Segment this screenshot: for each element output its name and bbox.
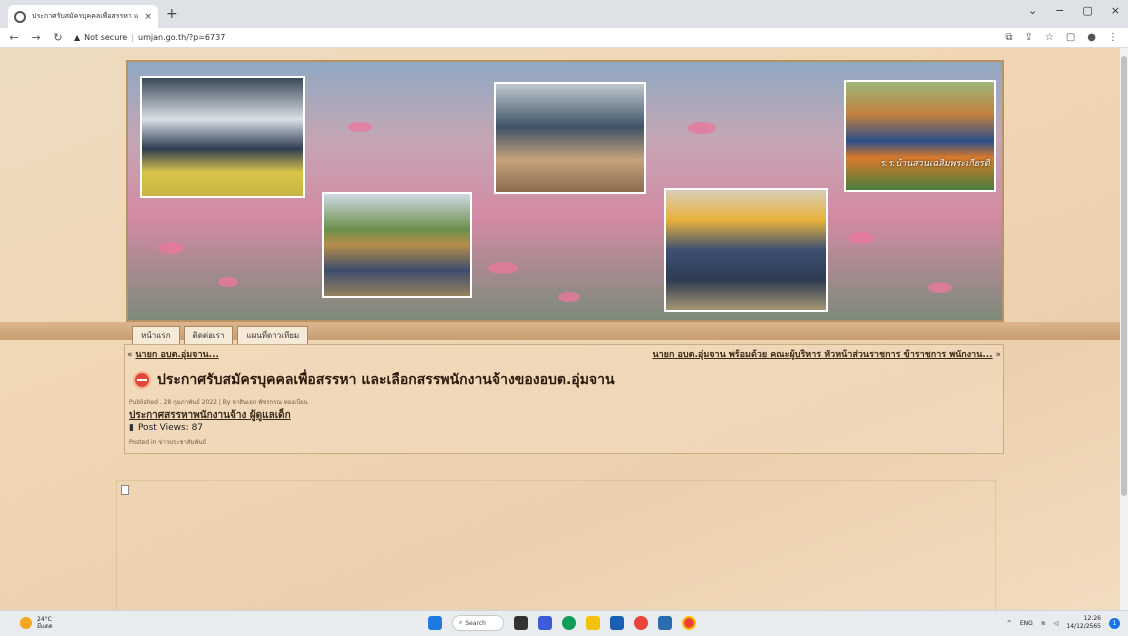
- next-post-nav: นายก อบต.อุ่มจาน พร้อมด้วย คณะผู้บริหาร …: [652, 347, 1001, 361]
- banner-photo-pagoda-group: [322, 192, 472, 298]
- bookmark-star-icon[interactable]: ☆: [1045, 32, 1054, 43]
- scrollbar-thumb[interactable]: [1121, 56, 1127, 496]
- weather-desc: มีแดด: [37, 623, 53, 630]
- system-tray: ^ ENG ≋ ◁ 12:26 14/12/2565 1: [1007, 615, 1120, 631]
- lotus-decoration: [688, 122, 716, 134]
- page-scrollbar[interactable]: [1120, 48, 1128, 610]
- translate-icon[interactable]: ⧉: [1005, 32, 1012, 43]
- lotus-decoration: [928, 282, 952, 293]
- post-title: ประกาศรับสมัครบุคคลเพื่อสรรหา และเลือกสร…: [133, 369, 615, 391]
- browser-toolbar: ← → ↻ ▲ Not secure | umjan.go.th/?p=6737…: [0, 28, 1128, 48]
- post-body-link-wrap: ประกาศสรรหาพนักงานจ้าง ผู้ดูแลเด็ก: [129, 408, 291, 423]
- search-label: Search: [465, 619, 486, 627]
- forward-arrow-icon[interactable]: →: [30, 31, 42, 44]
- banner-photo-meeting: [140, 76, 305, 198]
- url-text: umjan.go.th/?p=6737: [138, 33, 226, 42]
- file-explorer-icon[interactable]: [586, 616, 600, 630]
- main-nav: หน้าแรก ติดต่อเรา แผนที่ดาวเทียม: [132, 326, 309, 345]
- wifi-icon[interactable]: ≋: [1041, 620, 1046, 627]
- word-icon[interactable]: [658, 616, 672, 630]
- nav-item-home[interactable]: หน้าแรก: [132, 326, 180, 345]
- side-panel-icon[interactable]: ▢: [1066, 32, 1075, 43]
- new-tab-button[interactable]: +: [166, 6, 178, 22]
- task-view-icon[interactable]: [514, 616, 528, 630]
- tab-search-icon[interactable]: ⌄: [1028, 4, 1037, 17]
- lotus-decoration: [218, 277, 238, 287]
- address-bar[interactable]: ▲ Not secure | umjan.go.th/?p=6737: [74, 33, 225, 42]
- embed-panel: [116, 480, 996, 610]
- windows-taskbar: 24°C มีแดด ⌕ Search ^ ENG ≋ ◁ 12:26 14/1…: [0, 610, 1128, 636]
- taskbar-search[interactable]: ⌕ Search: [452, 615, 504, 631]
- profile-icon[interactable]: ●: [1087, 32, 1096, 43]
- volume-icon[interactable]: ◁: [1054, 620, 1059, 627]
- browser-tab-bar: ประกาศรับสมัครบุคคลเพื่อสรรหา และเ... × …: [0, 0, 1128, 28]
- security-label: Not secure: [84, 33, 128, 42]
- maximize-button[interactable]: ▢: [1082, 4, 1092, 17]
- clock[interactable]: 12:26 14/12/2565: [1066, 615, 1101, 631]
- lotus-decoration: [848, 232, 874, 244]
- prev-arrow: «: [127, 350, 133, 360]
- bar-chart-icon: ▮: [129, 423, 134, 433]
- banner-photo-temple-group: ร.ร.บ้านสวนเฉลิมพระเกียรติ: [844, 80, 996, 192]
- posted-in: Posted in ข่าวประชาสัมพันธ์: [129, 439, 207, 446]
- post-title-text: ประกาศรับสมัครบุคคลเพื่อสรรหา และเลือกสร…: [157, 372, 615, 388]
- store-icon[interactable]: [610, 616, 624, 630]
- clock-time: 12:26: [1083, 615, 1101, 622]
- toolbar-actions: ⧉ ⇪ ☆ ▢ ● ⋮: [1005, 32, 1118, 43]
- notification-badge[interactable]: 1: [1109, 617, 1120, 629]
- nav-item-contact[interactable]: ติดต่อเรา: [183, 326, 234, 345]
- banner-caption: ร.ร.บ้านสวนเฉลิมพระเกียรติ: [880, 159, 990, 169]
- start-icon[interactable]: [428, 616, 442, 630]
- browser-tab[interactable]: ประกาศรับสมัครบุคคลเพื่อสรรหา และเ... ×: [8, 5, 158, 28]
- close-window-button[interactable]: ×: [1111, 4, 1120, 17]
- warning-icon: ▲: [74, 33, 81, 42]
- tab-title: ประกาศรับสมัครบุคคลเพื่อสรรหา และเ...: [32, 12, 139, 20]
- banner-photo-school-group: [664, 188, 828, 312]
- post-content: « นายก อบต.อุ่มจาน... นายก อบต.อุ่มจาน พ…: [124, 344, 1004, 454]
- lotus-decoration: [558, 292, 580, 302]
- clock-date: 14/12/2565: [1066, 623, 1101, 630]
- chrome-icon[interactable]: [682, 616, 696, 630]
- sun-icon: [20, 617, 32, 629]
- next-post-link[interactable]: นายก อบต.อุ่มจาน พร้อมด้วย คณะผู้บริหาร …: [652, 350, 992, 360]
- prev-post-link[interactable]: นายก อบต.อุ่มจาน...: [135, 350, 219, 360]
- broken-image-icon: [121, 485, 129, 495]
- chevron-up-icon[interactable]: ^: [1007, 620, 1012, 627]
- temperature: 24°C: [37, 616, 52, 623]
- chat-icon[interactable]: [538, 616, 552, 630]
- language-indicator[interactable]: ENG: [1020, 620, 1033, 627]
- search-icon: ⌕: [459, 619, 463, 626]
- window-controls: ⌄ − ▢ ×: [1028, 4, 1120, 17]
- post-meta: Published . 28 กุมภาพันธ์ 2022 | By จาสิ…: [129, 399, 308, 406]
- post-views: ▮ Post Views: 87: [129, 423, 203, 433]
- back-arrow-icon[interactable]: ←: [8, 31, 20, 44]
- lotus-decoration: [348, 122, 372, 132]
- edge-icon[interactable]: [562, 616, 576, 630]
- page-viewport: ร.ร.บ้านสวนเฉลิมพระเกียรติ หน้าแรก ติดต่…: [0, 48, 1120, 610]
- banner-photo-visit: [494, 82, 646, 194]
- tab-close-icon[interactable]: ×: [144, 12, 152, 22]
- share-icon[interactable]: ⇪: [1024, 32, 1032, 43]
- weather-text: 24°C มีแดด: [37, 616, 53, 630]
- menu-icon[interactable]: ⋮: [1108, 32, 1118, 43]
- prev-post-nav: « นายก อบต.อุ่มจาน...: [127, 347, 219, 361]
- url-separator: |: [131, 33, 135, 42]
- minimize-button[interactable]: −: [1055, 4, 1064, 17]
- nav-item-satellite-map[interactable]: แผนที่ดาวเทียม: [237, 326, 309, 345]
- post-body-link[interactable]: ประกาศสรรหาพนักงานจ้าง ผู้ดูแลเด็ก: [129, 410, 291, 421]
- lotus-decoration: [158, 242, 184, 254]
- favicon-icon: [14, 10, 26, 23]
- weather-widget[interactable]: 24°C มีแดด: [20, 616, 53, 630]
- reload-icon[interactable]: ↻: [52, 31, 64, 44]
- taskbar-apps: ⌕ Search: [428, 615, 696, 631]
- header-banner: ร.ร.บ้านสวนเฉลิมพระเกียรติ: [126, 60, 1004, 322]
- minus-circle-icon: [133, 371, 151, 389]
- app-icon[interactable]: [634, 616, 648, 630]
- lotus-decoration: [488, 262, 518, 274]
- post-views-text: Post Views: 87: [137, 423, 204, 433]
- next-arrow: »: [995, 350, 1001, 360]
